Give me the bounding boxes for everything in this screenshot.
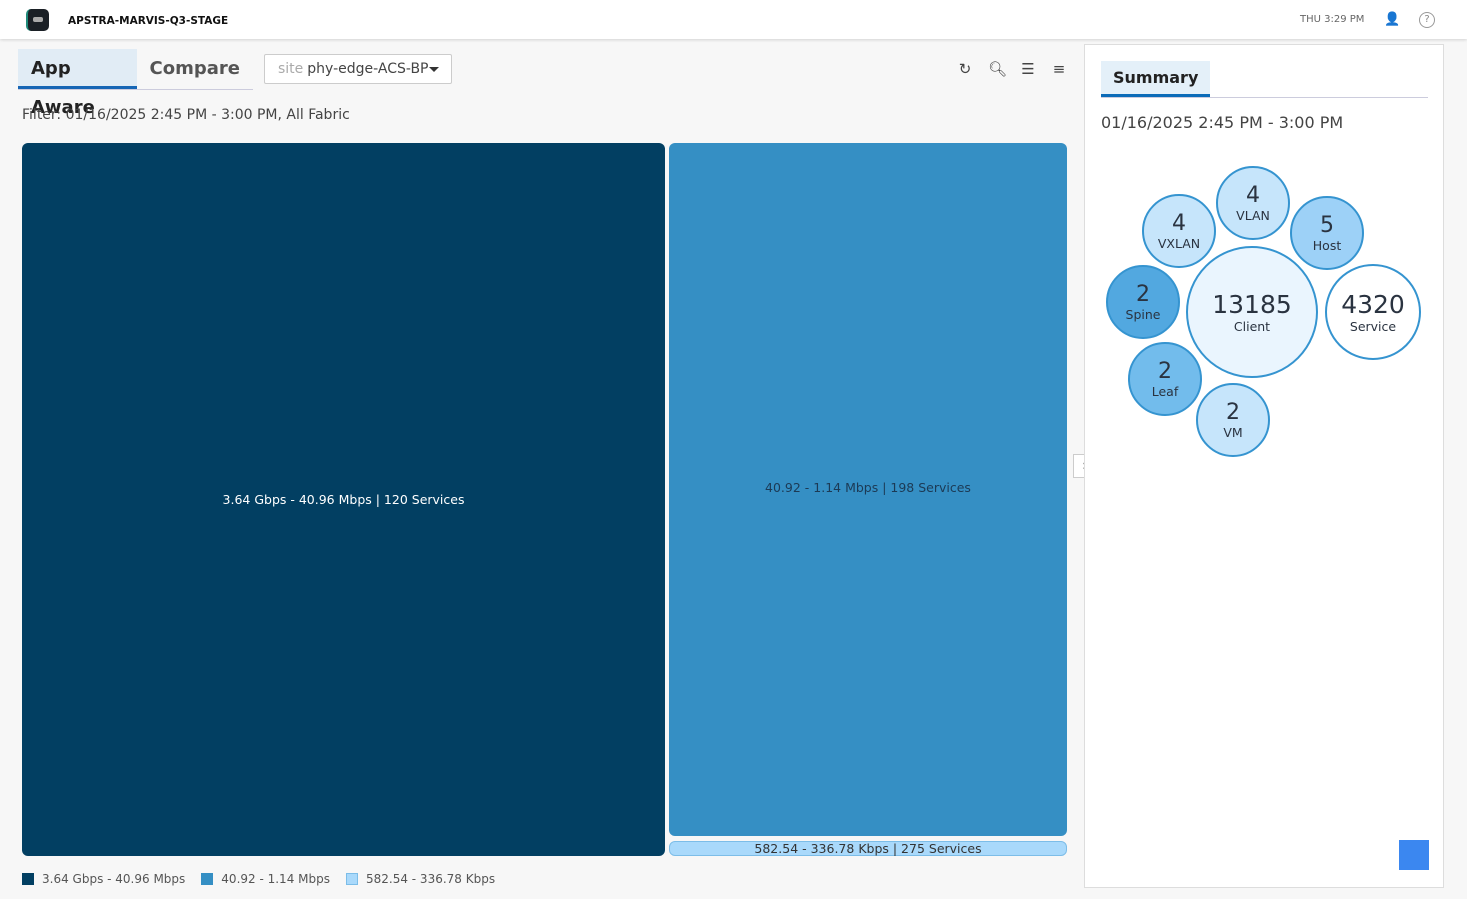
legend-label: 3.64 Gbps - 40.96 Mbps — [42, 872, 186, 886]
bubble-label: Service — [1349, 318, 1397, 334]
tab-app-aware[interactable]: App Aware — [18, 49, 137, 118]
bubble-count: 2 — [1226, 399, 1240, 425]
bubble-label: Leaf — [1151, 383, 1179, 399]
chat-button[interactable] — [1399, 840, 1429, 870]
summary-tabs: Summary — [1101, 61, 1428, 98]
legend-label: 582.54 - 336.78 Kbps — [365, 872, 496, 886]
treemap-tile[interactable]: 3.64 Gbps - 40.96 Mbps | 120 Services — [22, 143, 665, 856]
search-icon[interactable]: 🔍︎ — [988, 60, 1007, 78]
site-label: site — [278, 61, 304, 77]
tab-compare[interactable]: Compare — [137, 49, 253, 89]
bubble-count: 5 — [1320, 212, 1334, 238]
treemap-tile[interactable]: 582.54 - 336.78 Kbps | 275 Services — [669, 841, 1067, 856]
bubble-label: VLAN — [1236, 207, 1270, 223]
legend-swatch — [201, 873, 214, 885]
summary-date: 01/16/2025 2:45 PM - 3:00 PM — [1101, 113, 1344, 132]
bubble-count: 2 — [1136, 281, 1150, 307]
filter-text: Filter: 01/16/2025 2:45 PM - 3:00 PM, Al… — [22, 107, 350, 123]
bubble-count: 4320 — [1341, 289, 1405, 319]
bubble-count: 2 — [1158, 358, 1172, 384]
bubble-label: VXLAN — [1157, 235, 1201, 251]
tile-label: 582.54 - 336.78 Kbps | 275 Services — [754, 841, 982, 856]
legend-swatch — [22, 873, 34, 885]
bubble-client[interactable]: 13185 Client — [1186, 246, 1318, 378]
bubble-vlan[interactable]: 4 VLAN — [1216, 166, 1290, 240]
site-value: phy-edge-ACS-BP — [307, 61, 429, 77]
bubble-count: 4 — [1246, 182, 1260, 208]
bubble-host[interactable]: 5 Host — [1290, 196, 1364, 270]
user-icon[interactable]: 👤 — [1384, 12, 1400, 28]
chevron-down-icon — [429, 67, 439, 77]
legend-swatch — [345, 873, 358, 885]
tile-label: 3.64 Gbps - 40.96 Mbps | 120 Services — [222, 492, 465, 507]
bubble-spine[interactable]: 2 Spine — [1106, 265, 1180, 339]
refresh-icon[interactable]: ↻ — [956, 60, 974, 78]
legend: 3.64 Gbps - 40.96 Mbps 40.92 - 1.14 Mbps… — [22, 872, 511, 886]
bubble-count: 13185 — [1212, 289, 1292, 319]
legend-label: 40.92 - 1.14 Mbps — [221, 872, 330, 886]
top-header: APSTRA-MARVIS-Q3-STAGE THU 3:29 PM 👤 ? — [0, 0, 1467, 39]
tab-summary[interactable]: Summary — [1101, 61, 1211, 97]
bubble-leaf[interactable]: 2 Leaf — [1128, 342, 1202, 416]
site-select[interactable]: site phy-edge-ACS-BP — [264, 54, 452, 84]
bubble-label: Spine — [1125, 306, 1161, 322]
bubble-label: VM — [1223, 424, 1243, 440]
view-tabs: App Aware Compare — [18, 49, 253, 118]
app-title: APSTRA-MARVIS-Q3-STAGE — [68, 15, 229, 27]
bubble-count: 4 — [1172, 210, 1186, 236]
tile-label: 40.92 - 1.14 Mbps | 198 Services — [765, 480, 971, 495]
treemap-tile[interactable]: 40.92 - 1.14 Mbps | 198 Services — [669, 143, 1067, 836]
clock: THU 3:29 PM — [1300, 14, 1365, 25]
bubble-service[interactable]: 4320 Service — [1325, 264, 1421, 360]
legend-item: 582.54 - 336.78 Kbps — [345, 872, 496, 886]
bubble-label: Host — [1312, 237, 1342, 253]
legend-item: 3.64 Gbps - 40.96 Mbps — [22, 872, 185, 886]
help-icon[interactable]: ? — [1419, 12, 1435, 28]
bubble-vxlan[interactable]: 4 VXLAN — [1142, 194, 1216, 268]
legend-item: 40.92 - 1.14 Mbps — [201, 872, 330, 886]
app-logo[interactable] — [26, 9, 49, 31]
filter-icon[interactable]: ≡ — [1050, 60, 1068, 78]
bubble-label: Client — [1233, 318, 1271, 334]
list-icon[interactable]: ☰ — [1019, 60, 1037, 78]
bubble-vm[interactable]: 2 VM — [1196, 383, 1270, 457]
